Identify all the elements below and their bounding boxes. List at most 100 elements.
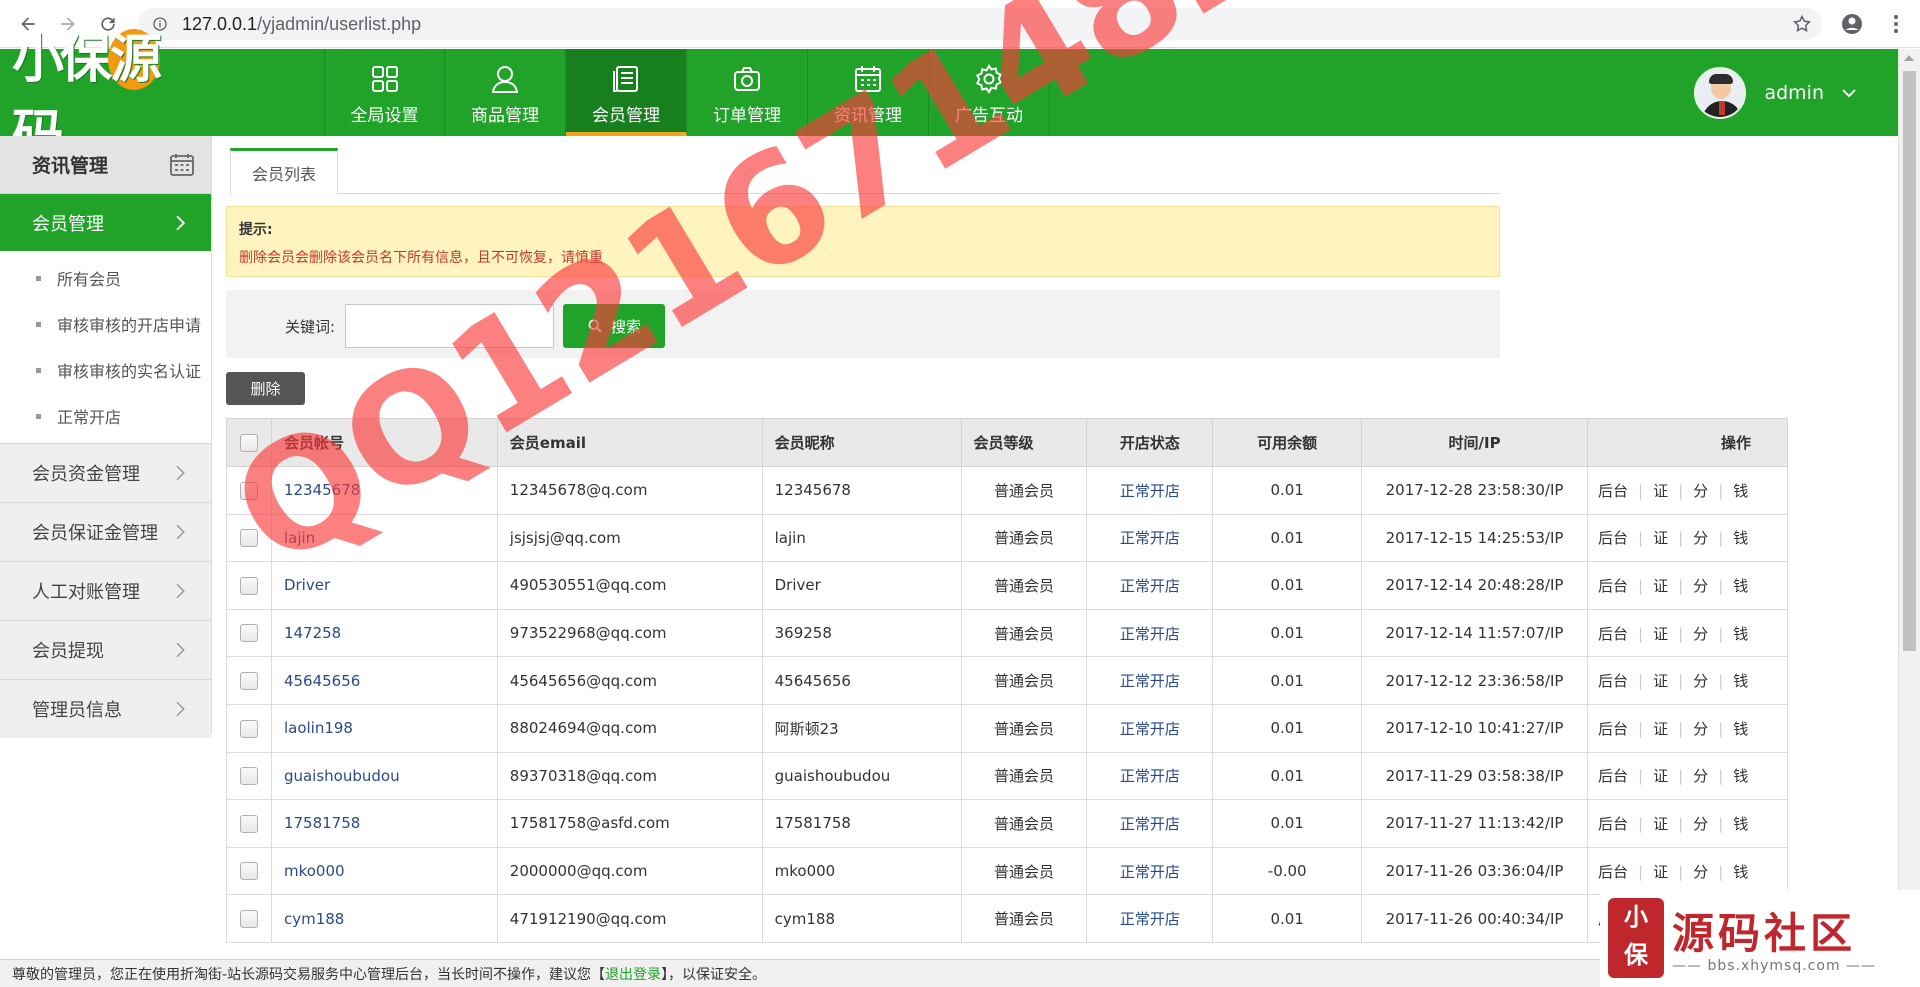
sidebar-subitem-realname-verification[interactable]: 审核审核的实名认证: [0, 347, 211, 393]
logout-link[interactable]: 退出登录: [605, 964, 661, 984]
op-points-link[interactable]: 分: [1693, 482, 1708, 500]
sidebar-subitem-normal-shops[interactable]: 正常开店: [0, 393, 211, 439]
op-money-link[interactable]: 钱: [1733, 529, 1748, 547]
page-scrollbar[interactable]: [1898, 49, 1920, 967]
op-backend-link[interactable]: 后台: [1598, 625, 1628, 643]
cell-account[interactable]: laolin198: [270, 703, 498, 753]
col-level[interactable]: 会员等级: [960, 418, 1088, 467]
cell-shop-status[interactable]: 正常开店: [1086, 608, 1214, 658]
op-money-link[interactable]: 钱: [1733, 672, 1748, 690]
op-backend-link[interactable]: 后台: [1598, 863, 1628, 881]
sidebar-item-withdrawal[interactable]: 会员提现: [0, 620, 211, 679]
address-bar[interactable]: 127.0.0.1/yjadmin/userlist.php: [138, 8, 1822, 40]
cell-account[interactable]: Driver: [270, 561, 498, 610]
tab-member-list[interactable]: 会员列表: [230, 148, 338, 195]
cell-shop-status[interactable]: 正常开店: [1086, 703, 1214, 753]
row-checkbox[interactable]: [239, 481, 258, 500]
cell-account[interactable]: lajin: [270, 513, 498, 563]
op-money-link[interactable]: 钱: [1733, 577, 1748, 595]
op-backend-link[interactable]: 后台: [1598, 529, 1628, 547]
profile-icon[interactable]: [1840, 12, 1864, 36]
sidebar-item-admin-info[interactable]: 管理员信息: [0, 679, 211, 738]
op-money-link[interactable]: 钱: [1733, 625, 1748, 643]
op-certificate-link[interactable]: 证: [1653, 863, 1668, 881]
col-account[interactable]: 会员帐号: [270, 418, 498, 467]
search-button[interactable]: 搜索: [563, 304, 665, 348]
cell-shop-status[interactable]: 正常开店: [1086, 799, 1214, 848]
op-backend-link[interactable]: 后台: [1598, 672, 1628, 690]
col-time-ip[interactable]: 时间/IP: [1361, 418, 1589, 467]
cell-shop-status[interactable]: 正常开店: [1086, 513, 1214, 563]
cell-shop-status[interactable]: 正常开店: [1086, 846, 1214, 896]
op-certificate-link[interactable]: 证: [1653, 720, 1668, 738]
op-certificate-link[interactable]: 证: [1653, 577, 1668, 595]
op-points-link[interactable]: 分: [1693, 672, 1708, 690]
col-email[interactable]: 会员email: [496, 418, 763, 467]
keyword-input[interactable]: [345, 304, 554, 348]
nav-order-management[interactable]: 订单管理: [687, 49, 808, 136]
row-checkbox[interactable]: [239, 576, 258, 595]
op-money-link[interactable]: 钱: [1733, 863, 1748, 881]
sidebar-item-reconciliation[interactable]: 人工对账管理: [0, 561, 211, 620]
nav-product-management[interactable]: 商品管理: [445, 49, 566, 136]
cell-account[interactable]: 147258: [270, 608, 498, 658]
scrollbar-thumb[interactable]: [1903, 71, 1916, 651]
op-backend-link[interactable]: 后台: [1598, 815, 1628, 833]
op-certificate-link[interactable]: 证: [1653, 672, 1668, 690]
col-shop-status[interactable]: 开店状态: [1086, 418, 1214, 467]
cell-shop-status[interactable]: 正常开店: [1086, 561, 1214, 610]
row-checkbox[interactable]: [239, 719, 258, 738]
row-checkbox[interactable]: [239, 529, 258, 548]
sidebar-item-member-management[interactable]: 会员管理: [0, 194, 211, 251]
cell-shop-status[interactable]: 正常开店: [1086, 466, 1214, 515]
op-points-link[interactable]: 分: [1693, 625, 1708, 643]
cell-shop-status[interactable]: 正常开店: [1086, 656, 1214, 705]
browser-menu-icon[interactable]: [1884, 12, 1908, 36]
col-balance[interactable]: 可用余额: [1212, 418, 1363, 467]
cell-account[interactable]: 45645656: [270, 656, 498, 705]
col-nickname[interactable]: 会员昵称: [761, 418, 962, 467]
cell-shop-status[interactable]: 正常开店: [1086, 894, 1214, 943]
op-backend-link[interactable]: 后台: [1598, 482, 1628, 500]
cell-account[interactable]: mko000: [270, 846, 498, 896]
cell-account[interactable]: 17581758: [270, 799, 498, 848]
op-money-link[interactable]: 钱: [1733, 720, 1748, 738]
row-checkbox[interactable]: [239, 671, 258, 690]
op-points-link[interactable]: 分: [1693, 815, 1708, 833]
calendar-icon[interactable]: [169, 152, 195, 178]
op-points-link[interactable]: 分: [1693, 767, 1708, 785]
op-points-link[interactable]: 分: [1693, 577, 1708, 595]
op-money-link[interactable]: 钱: [1733, 482, 1748, 500]
op-certificate-link[interactable]: 证: [1653, 625, 1668, 643]
sidebar-subitem-shop-applications[interactable]: 审核审核的开店申请: [0, 301, 211, 347]
row-checkbox[interactable]: [239, 767, 258, 786]
row-checkbox[interactable]: [239, 814, 258, 833]
op-points-link[interactable]: 分: [1693, 529, 1708, 547]
op-points-link[interactable]: 分: [1693, 863, 1708, 881]
nav-ad-interaction[interactable]: 广告互动: [929, 49, 1050, 136]
sidebar-subitem-all-members[interactable]: 所有会员: [0, 255, 211, 301]
nav-news-management[interactable]: 资讯管理: [808, 49, 929, 136]
user-menu[interactable]: admin: [1694, 63, 1858, 123]
op-money-link[interactable]: 钱: [1733, 815, 1748, 833]
cell-account[interactable]: 12345678: [270, 466, 498, 515]
op-certificate-link[interactable]: 证: [1653, 482, 1668, 500]
nav-member-management[interactable]: 会员管理: [566, 49, 687, 136]
op-backend-link[interactable]: 后台: [1598, 720, 1628, 738]
scroll-up-icon[interactable]: [1904, 55, 1914, 61]
op-certificate-link[interactable]: 证: [1653, 815, 1668, 833]
sidebar-item-funds[interactable]: 会员资金管理: [0, 443, 211, 502]
op-certificate-link[interactable]: 证: [1653, 529, 1668, 547]
cell-shop-status[interactable]: 正常开店: [1086, 751, 1214, 801]
sidebar-item-deposit[interactable]: 会员保证金管理: [0, 502, 211, 561]
op-backend-link[interactable]: 后台: [1598, 767, 1628, 785]
op-certificate-link[interactable]: 证: [1653, 767, 1668, 785]
site-logo[interactable]: 小保源码: [12, 29, 182, 165]
op-points-link[interactable]: 分: [1693, 720, 1708, 738]
select-all-checkbox[interactable]: [239, 433, 258, 452]
bookmark-star-icon[interactable]: [1792, 14, 1812, 34]
row-checkbox[interactable]: [239, 909, 258, 928]
nav-global-settings[interactable]: 全局设置: [324, 49, 445, 136]
cell-account[interactable]: guaishoubudou: [270, 751, 498, 801]
row-checkbox[interactable]: [239, 862, 258, 881]
